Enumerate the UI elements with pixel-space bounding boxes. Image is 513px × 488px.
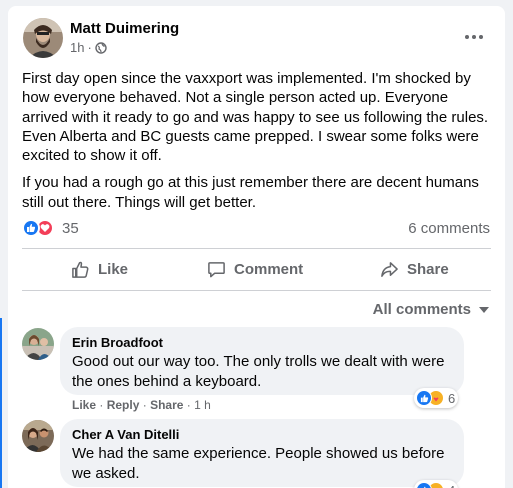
thumbs-up-icon	[72, 261, 89, 278]
more-dot	[472, 35, 476, 39]
commenter-avatar[interactable]	[22, 420, 54, 452]
post-timestamp[interactable]: 1h	[70, 40, 84, 55]
action-separator: ·	[142, 398, 151, 412]
reaction-summary[interactable]: 35	[22, 219, 79, 237]
reaction-count: 35	[62, 219, 79, 237]
commenter-name[interactable]: Erin Broadfoot	[72, 335, 452, 350]
like-button[interactable]: Like	[71, 260, 128, 279]
comment-reply-link[interactable]: Reply	[107, 398, 140, 412]
more-dot	[479, 35, 483, 39]
share-button[interactable]: Share	[380, 260, 449, 279]
meta-separator: ·	[87, 40, 92, 55]
comment-bubble: Erin Broadfoot Good out our way too. The…	[60, 327, 464, 395]
more-options-button[interactable]	[459, 26, 489, 48]
comment-button-label: Comment	[234, 261, 304, 278]
like-icon	[22, 219, 40, 237]
like-icon	[416, 482, 432, 488]
comment-reactions[interactable]: 6	[414, 388, 459, 408]
comment-count-link[interactable]: 6 comments	[408, 220, 490, 237]
author-avatar[interactable]	[23, 18, 63, 58]
comment-like-link[interactable]: Like	[72, 398, 96, 412]
comment-timestamp[interactable]: 1 h	[194, 398, 211, 412]
comment-share-link[interactable]: Share	[150, 398, 183, 412]
comment-actions: Like · Reply · Share · 1 h	[72, 398, 211, 412]
more-horizontal-icon	[465, 35, 469, 39]
post-meta: 1h ·	[70, 40, 107, 55]
divider	[22, 290, 491, 291]
comment-bubble: Cher A Van Ditelli We had the same exper…	[60, 419, 464, 487]
comment-thread-indicator	[0, 318, 2, 488]
commenter-avatar[interactable]	[22, 328, 54, 360]
comment-text: Good out our way too. The only trolls we…	[72, 353, 445, 390]
divider	[22, 248, 491, 249]
caret-down-icon	[479, 306, 489, 313]
post-body: First day open since the vaxxport was im…	[22, 69, 498, 220]
comment-reaction-count: 4	[448, 483, 455, 488]
comments-filter-dropdown[interactable]: All comments	[373, 301, 489, 318]
comment-text: We had the same experience. People showe…	[72, 445, 445, 482]
globe-icon[interactable]	[95, 41, 107, 54]
comment-icon	[208, 262, 225, 278]
like-icon	[416, 390, 432, 406]
comment-reactions[interactable]: 4	[414, 480, 459, 488]
share-button-label: Share	[407, 261, 449, 278]
share-icon	[381, 262, 398, 277]
comment-reaction-count: 6	[448, 390, 456, 406]
comment-button[interactable]: Comment	[207, 260, 303, 279]
post-paragraph: First day open since the vaxxport was im…	[22, 70, 489, 165]
post-card: Matt Duimering 1h · First day open since…	[8, 6, 505, 488]
comments-filter-label: All comments	[372, 301, 471, 318]
like-button-label: Like	[98, 261, 129, 278]
post-paragraph: If you had a rough go at this just remem…	[22, 174, 479, 211]
action-separator: ·	[99, 398, 107, 412]
commenter-name[interactable]: Cher A Van Ditelli	[72, 427, 452, 442]
post-author-name[interactable]: Matt Duimering	[70, 20, 179, 37]
